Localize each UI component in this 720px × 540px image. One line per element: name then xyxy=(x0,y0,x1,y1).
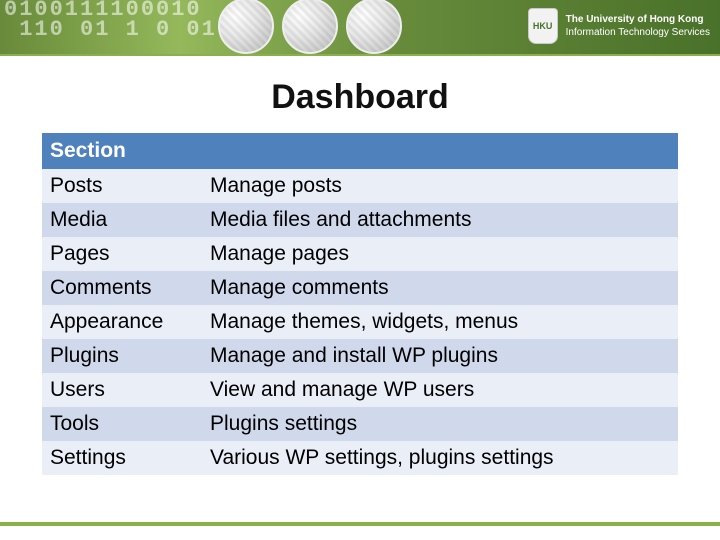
desc-cell: Manage posts xyxy=(202,169,678,203)
table-row: MediaMedia files and attachments xyxy=(42,203,678,237)
org-text: The University of Hong Kong Information … xyxy=(566,13,710,39)
desc-cell: Manage pages xyxy=(202,237,678,271)
hku-crest-icon: HKU xyxy=(528,8,558,44)
banner-photo-1 xyxy=(218,0,274,54)
org-line2: Information Technology Services xyxy=(566,26,710,39)
table-row: ToolsPlugins settings xyxy=(42,407,678,441)
section-cell: Appearance xyxy=(42,305,202,339)
banner-photo-3 xyxy=(346,0,402,54)
section-cell: Comments xyxy=(42,271,202,305)
table-body: PostsManage postsMediaMedia files and at… xyxy=(42,169,678,475)
footer-line xyxy=(0,522,720,526)
sections-table: Section PostsManage postsMediaMedia file… xyxy=(42,133,678,475)
org-block: HKU The University of Hong Kong Informat… xyxy=(528,8,710,44)
section-cell: Settings xyxy=(42,441,202,475)
desc-cell: View and manage WP users xyxy=(202,373,678,407)
section-cell: Tools xyxy=(42,407,202,441)
desc-cell: Manage themes, widgets, menus xyxy=(202,305,678,339)
desc-cell: Manage comments xyxy=(202,271,678,305)
table-row: PostsManage posts xyxy=(42,169,678,203)
desc-cell: Media files and attachments xyxy=(202,203,678,237)
table-row: UsersView and manage WP users xyxy=(42,373,678,407)
banner-photo-2 xyxy=(282,0,338,54)
col-section: Section xyxy=(42,133,202,169)
col-desc xyxy=(202,133,678,169)
banner: 0100111100010 110 01 1 0 010 1 HKU The U… xyxy=(0,0,720,56)
table-wrap: Section PostsManage postsMediaMedia file… xyxy=(0,133,720,475)
table-header-row: Section xyxy=(42,133,678,169)
section-cell: Posts xyxy=(42,169,202,203)
table-row: PluginsManage and install WP plugins xyxy=(42,339,678,373)
table-row: PagesManage pages xyxy=(42,237,678,271)
page-title: Dashboard xyxy=(0,78,720,117)
org-line1: The University of Hong Kong xyxy=(566,13,710,26)
section-cell: Media xyxy=(42,203,202,237)
section-cell: Pages xyxy=(42,237,202,271)
desc-cell: Manage and install WP plugins xyxy=(202,339,678,373)
desc-cell: Plugins settings xyxy=(202,407,678,441)
table-row: AppearanceManage themes, widgets, menus xyxy=(42,305,678,339)
desc-cell: Various WP settings, plugins settings xyxy=(202,441,678,475)
section-cell: Users xyxy=(42,373,202,407)
table-row: SettingsVarious WP settings, plugins set… xyxy=(42,441,678,475)
section-cell: Plugins xyxy=(42,339,202,373)
table-row: CommentsManage comments xyxy=(42,271,678,305)
